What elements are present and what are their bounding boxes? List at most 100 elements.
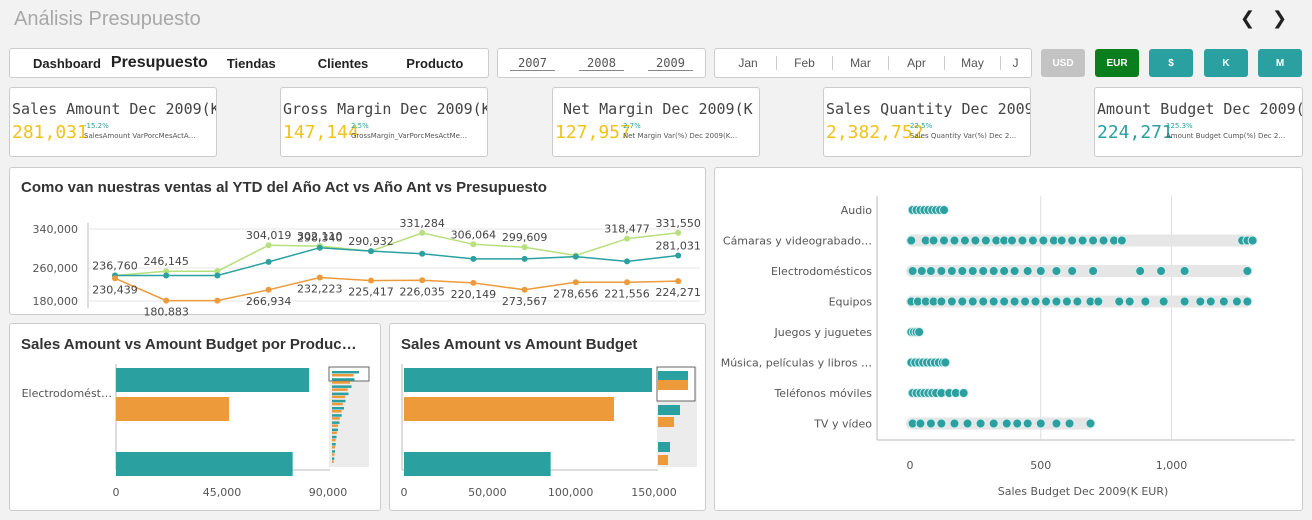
minimap-bar <box>332 457 335 460</box>
tab-tiendas[interactable]: Tiendas <box>227 56 276 71</box>
series-point <box>624 235 630 242</box>
data-label: 331,550 <box>655 217 701 230</box>
budget-bar-chart[interactable]: 0 50,000 100,000 150,000 <box>390 324 707 512</box>
series-point <box>112 275 118 282</box>
minimap-bar <box>332 374 354 377</box>
scatter-point <box>936 418 947 429</box>
kpi-amount-budget[interactable]: Amount Budget Dec 2009(K E… 224,271 125.… <box>1094 87 1303 157</box>
series-point <box>265 286 272 293</box>
month-apr[interactable]: Apr <box>888 56 944 70</box>
series-point <box>316 244 323 251</box>
kpi-sales-quantity[interactable]: Sales Quantity Dec 2009(K E… 2,382,752 2… <box>823 87 1031 157</box>
series-point <box>470 279 477 286</box>
kpi-sales-amount[interactable]: Sales Amount Dec 2009(K EU… 281,031 -15.… <box>9 87 217 157</box>
minimap-bar <box>332 407 344 410</box>
series-point <box>368 248 374 255</box>
data-label: 180,883 <box>143 306 189 316</box>
scatter-point <box>1093 296 1104 307</box>
scatter-point <box>1056 235 1067 246</box>
scatter-point <box>967 266 978 276</box>
minimap-bar <box>332 424 338 427</box>
minimap-bar <box>332 450 335 453</box>
month-jan[interactable]: Jan <box>720 56 776 70</box>
data-label: 232,223 <box>297 282 343 295</box>
eur-button[interactable]: EUR <box>1095 49 1139 77</box>
scatter-point <box>1140 296 1151 307</box>
category-scatter-panel[interactable]: Audio Cámaras y videograbado… Electrodomés… <box>714 167 1303 511</box>
kpi-gross-margin[interactable]: Gross Margin Dec 2009(K EUR) 147,144 2.5… <box>280 87 488 157</box>
month-feb[interactable]: Feb <box>776 56 832 70</box>
series-point <box>675 229 682 236</box>
series-point <box>368 277 374 284</box>
data-label: 236,760 <box>92 259 138 272</box>
scatter-point <box>1124 296 1135 307</box>
x-tick-label: 500 <box>1030 459 1051 472</box>
minimap-bar <box>332 392 349 396</box>
series-point <box>214 272 221 279</box>
scatter-point <box>1114 296 1125 307</box>
data-label: 306,064 <box>451 228 497 241</box>
data-label: 318,477 <box>604 223 650 236</box>
year-2009[interactable]: 2009 <box>648 56 693 71</box>
scatter-point <box>1116 235 1127 246</box>
series-point <box>316 274 323 281</box>
data-label: 273,567 <box>502 295 548 308</box>
kpi-value: 2,382,752 <box>826 122 924 143</box>
product-bar-chart[interactable]: Electrodomést… 0 45,000 90,000 <box>10 324 382 512</box>
bar <box>116 452 293 476</box>
minimap-bar <box>658 405 680 415</box>
scatter-point <box>946 266 957 276</box>
product-bar-chart-panel[interactable]: Sales Amount vs Amount Budget por Produc… <box>9 323 381 511</box>
minimap-bar <box>332 378 355 381</box>
kpi-title: Sales Amount Dec 2009(K EU… <box>12 100 217 118</box>
scatter-point <box>1035 418 1046 429</box>
budget-bar-chart-panel[interactable]: Sales Amount vs Amount Budget 0 50,000 100… <box>389 323 706 511</box>
month-jun[interactable]: J <box>1000 56 1030 70</box>
year-2007[interactable]: 2007 <box>510 56 555 71</box>
scatter-point <box>1022 266 1033 276</box>
tab-producto[interactable]: Producto <box>406 56 463 71</box>
chevron-left-icon[interactable]: ❮ <box>1240 8 1255 29</box>
month-may[interactable]: May <box>944 56 1000 70</box>
series-point <box>163 297 170 304</box>
ytd-line-chart-panel[interactable]: Como van nuestras ventas al YTD del Año … <box>9 167 707 316</box>
tab-presupuesto[interactable]: Presupuesto <box>111 54 208 72</box>
thousands-button[interactable]: K <box>1204 49 1248 77</box>
dollar-units-button[interactable]: $ <box>1149 49 1193 77</box>
chevron-right-icon[interactable]: ❯ <box>1272 8 1287 29</box>
millions-button[interactable]: M <box>1258 49 1302 77</box>
data-label: 230,439 <box>92 283 138 296</box>
scatter-point <box>980 235 991 246</box>
minimap-bar <box>658 455 668 465</box>
scatter-point <box>1067 235 1078 246</box>
minimap-bar <box>332 385 352 388</box>
x-tick-label: 0 <box>401 486 408 499</box>
x-tick-label: 90,000 <box>309 486 348 499</box>
x-tick-label: 1,000 <box>1156 459 1188 472</box>
scatter-point <box>967 296 978 307</box>
tab-clientes[interactable]: Clientes <box>318 56 369 71</box>
scatter-point <box>928 235 939 246</box>
minimap-bar <box>332 388 348 391</box>
scatter-point <box>999 296 1010 307</box>
kpi-title: Net Margin Dec 2009(K EUR) <box>563 100 759 118</box>
app-title: Análisis Presupuesto <box>14 8 201 30</box>
scatter-point <box>925 266 936 276</box>
usd-button[interactable]: USD <box>1041 49 1085 77</box>
scatter-point <box>999 266 1010 276</box>
scatter-point <box>970 235 981 246</box>
month-mar[interactable]: Mar <box>832 56 888 70</box>
minimap-bar <box>332 428 338 432</box>
scatter-point <box>1195 296 1206 307</box>
category-scatter-chart[interactable]: Audio Cámaras y videograbado… Electrodomés… <box>715 168 1304 512</box>
category-label: Cámaras y videograbado… <box>723 235 872 248</box>
kpi-net-margin[interactable]: Net Margin Dec 2009(K EUR) 127,957 2.7% … <box>552 87 760 157</box>
y-tick-label: 180,000 <box>33 295 79 308</box>
year-2008[interactable]: 2008 <box>579 56 624 71</box>
sheet-tabs: Dashboard Presupuesto Tiendas Clientes P… <box>9 48 489 78</box>
kpi-subtitle: Sales Quantity Var(%) Dec 2… <box>910 132 1017 140</box>
line-chart[interactable]: 340,000260,000180,000246,145304,019 302,1… <box>10 168 707 316</box>
minimap-bar <box>332 417 340 420</box>
tab-dashboard[interactable]: Dashboard <box>33 56 101 71</box>
y-tick-label: 260,000 <box>33 262 79 275</box>
